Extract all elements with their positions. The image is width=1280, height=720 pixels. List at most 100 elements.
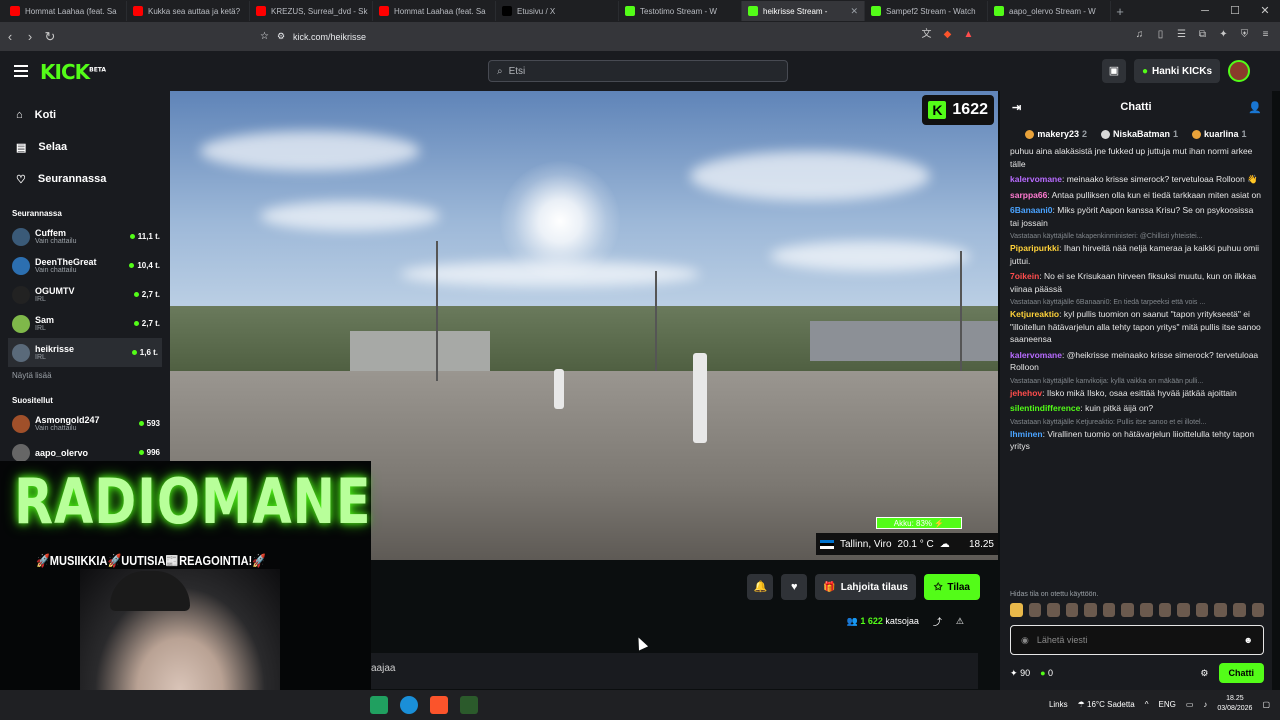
emote-icon[interactable] [1010,603,1023,617]
chat-username[interactable]: jehehov [1010,388,1042,398]
chat-username[interactable]: 6Banaani0 [1010,205,1053,215]
emote-icon[interactable] [1047,603,1060,617]
terminal-icon[interactable] [460,696,478,714]
bookmark-icon[interactable]: ☆ [260,31,269,42]
browser-tab[interactable]: Etusivu / X [496,1,619,21]
chat-username[interactable]: Ketjureaktio [1010,309,1059,319]
sidebar-item-0[interactable]: ⌂ Koti [16,99,154,131]
notification-icon[interactable]: ▢ [1262,700,1270,709]
media-icon[interactable]: ♫ [1133,28,1146,41]
links-toolbar[interactable]: Links [1049,700,1068,709]
gifter-item[interactable]: makery23 2 [1025,129,1087,140]
maximize-icon[interactable]: ☐ [1220,0,1250,22]
bookmarks-icon[interactable]: ☰ [1175,28,1188,41]
vpn-icon[interactable]: ⛨ [1238,28,1251,41]
search-input[interactable]: ⌕ Etsi [488,60,788,82]
hamburger-menu-icon[interactable] [14,65,28,77]
taskbar-app-icon[interactable] [370,696,388,714]
screenshot-icon[interactable]: ⧉ [1196,28,1209,41]
edge-icon[interactable] [400,696,418,714]
gifter-item[interactable]: NiskaBatman 1 [1100,129,1178,140]
send-chat-button[interactable]: Chatti [1218,663,1264,683]
chat-settings-icon[interactable]: ◉ [1021,635,1029,646]
report-icon[interactable]: ⚠ [956,616,964,627]
rewards-button[interactable]: ▣ [1101,59,1126,83]
kick-logo[interactable]: KICKBETA [40,60,106,84]
notification-bell-button[interactable]: 🔔 [747,574,774,600]
minimize-icon[interactable]: ─ [1190,0,1220,22]
browser-tab[interactable]: KREZUS, Surreal_dvd - Sk [250,1,373,21]
emote-icon[interactable] [1214,603,1227,617]
chat-username[interactable]: kalervomane [1010,174,1062,184]
emote-icon[interactable] [1177,603,1190,617]
follow-heart-button[interactable]: ♥ [781,574,808,600]
emote-icon[interactable] [1065,603,1079,617]
menu-icon[interactable]: ≡ [1259,28,1272,41]
chat-username[interactable]: sarppa66 [1010,190,1047,200]
browser-tab[interactable]: Testotimo Stream - W [619,1,742,21]
extensions-icon[interactable]: ✦ [1217,28,1230,41]
emote-icon[interactable] [1251,603,1265,617]
emote-icon[interactable] [1140,603,1153,617]
channel-item[interactable]: Sam IRL 2,7 t. [0,309,170,338]
emote-icon[interactable] [1102,603,1116,617]
share-icon[interactable]: ⤴ [933,615,942,628]
channel-item[interactable]: heikrisse IRL 1,6 t. [8,338,162,367]
subscribe-button[interactable]: ✩ Tilaa [924,574,980,600]
get-kicks-button[interactable]: ● Hanki KICKs [1133,59,1220,83]
chat-username[interactable]: 7oikein [1010,271,1039,281]
new-tab-button[interactable]: + [1111,4,1129,19]
collapse-chat-icon[interactable]: ⇥ [1012,101,1021,114]
forward-icon[interactable]: › [20,29,40,44]
brave-icon[interactable] [430,696,448,714]
volume-icon[interactable]: ♪ [1203,700,1207,709]
channel-item[interactable]: Asmongold247 Vain chattailu 593 [0,409,170,438]
gift-sub-button[interactable]: 🎁 Lahjoita tilaus [815,574,916,600]
sidebar-toggle-icon[interactable]: ▯ [1154,28,1167,41]
browser-tab[interactable]: Hommat Laahaa (feat. Sa [4,1,127,21]
emote-icon[interactable] [1028,603,1042,617]
back-icon[interactable]: ‹ [0,29,20,44]
gifter-item[interactable]: kuarlina 1 [1192,129,1247,140]
emote-icon[interactable] [1121,603,1135,617]
translate-icon[interactable]: 文 [920,28,933,41]
rewards-icon[interactable]: ▲ [962,28,975,41]
sidebar-item-2[interactable]: ♡ Seurannassa [16,163,154,195]
emote-icon[interactable] [1195,603,1209,617]
browser-tab[interactable]: Kukka sea auttaa ja ketä? [127,1,250,21]
weather-widget[interactable]: ☂ 16°C Sadetta [1078,700,1135,709]
settings-gear-icon[interactable]: ⚙ [1200,668,1208,679]
browser-tab[interactable]: Hommat Laahaa (feat. Sa [373,1,496,21]
browser-tab[interactable]: aapo_olervo Stream - W [988,1,1111,21]
user-avatar[interactable] [1228,60,1250,82]
browser-tab[interactable]: heikrisse Stream - ✕ [742,1,865,21]
close-window-icon[interactable]: ✕ [1250,0,1280,22]
browser-tab[interactable]: Sampef2 Stream - Watch [865,1,988,21]
chat-username[interactable]: kalervomane [1010,350,1062,360]
tray-arrow-icon[interactable]: ^ [1145,700,1149,709]
chat-username[interactable]: silentindifference [1010,403,1080,413]
chat-input[interactable]: ◉ Lähetä viesti ☻ [1010,625,1264,655]
show-more-link[interactable]: Näytä lisää [0,367,170,390]
language-indicator[interactable]: ENG [1158,700,1175,709]
kicks-balance[interactable]: ● 0 [1040,668,1053,678]
emoji-icon[interactable]: ☻ [1244,635,1253,645]
brave-shield-icon[interactable]: ◆ [941,28,954,41]
channel-item[interactable]: DeenTheGreat Vain chattailu 10,4 t. [0,251,170,280]
chat-username[interactable]: Piparipurkki [1010,243,1059,253]
channel-item[interactable]: Cuffem Vain chattailu 11,1 t. [0,222,170,251]
sidebar-item-1[interactable]: ▤ Selaa [16,131,154,163]
chat-username[interactable]: Ihminen [1010,429,1043,439]
network-icon[interactable]: ▭ [1186,700,1194,709]
url-field[interactable]: ☆ ⚙ kick.com/heikrisse [260,31,366,42]
reload-icon[interactable]: ↻ [40,29,60,45]
emote-icon[interactable] [1084,603,1097,617]
site-info-icon[interactable]: ⚙ [277,31,285,42]
emote-icon[interactable] [1158,603,1172,617]
channel-item[interactable]: OGUMTV IRL 2,7 t. [0,280,170,309]
tab-close-icon[interactable]: ✕ [850,6,858,17]
chat-users-icon[interactable]: 👤 [1248,101,1262,114]
channel-points[interactable]: ✦ 90 [1010,668,1030,679]
clock[interactable]: 18.25 03/08/2026 [1217,694,1252,714]
emote-icon[interactable] [1232,603,1246,617]
